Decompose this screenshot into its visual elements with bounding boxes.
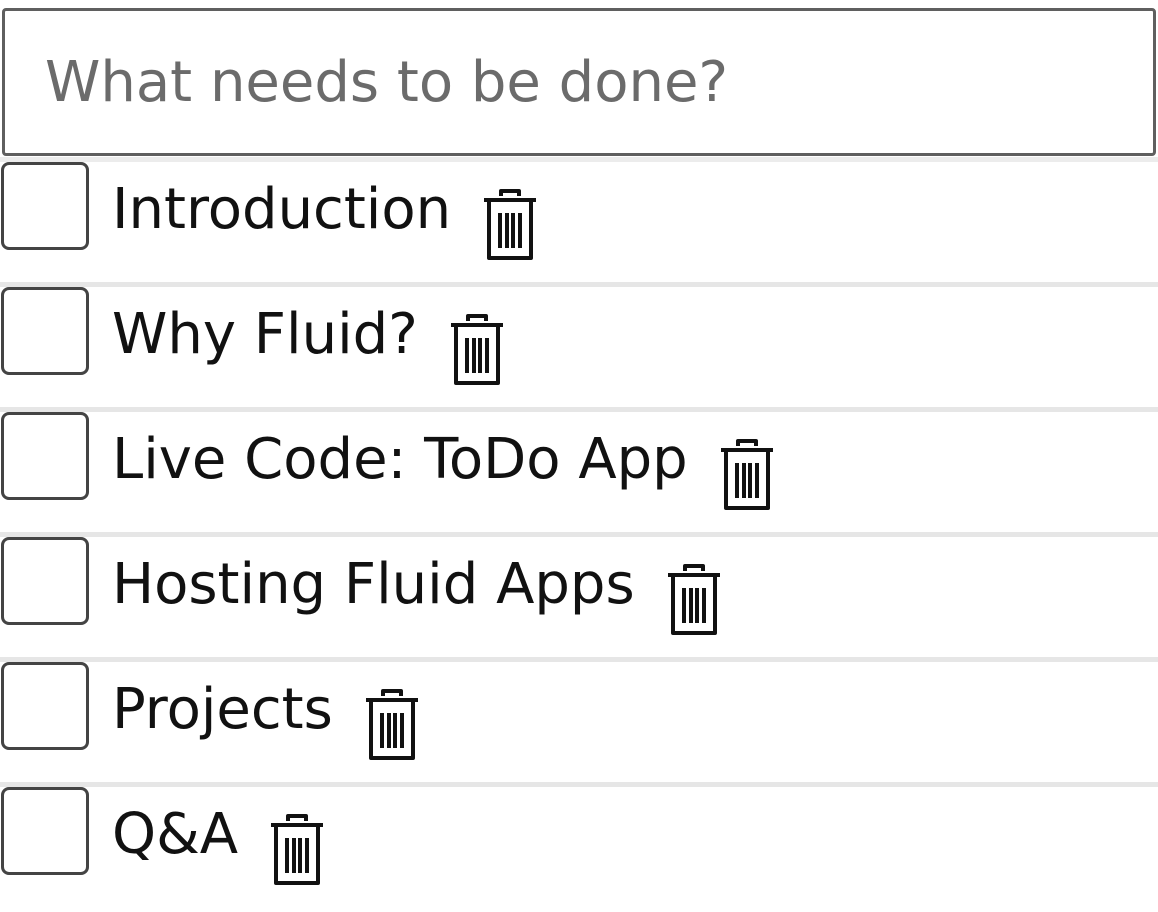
todo-label: Projects xyxy=(112,677,333,742)
todo-row: Q&A xyxy=(112,797,326,887)
todo-row: Why Fluid? xyxy=(112,297,506,387)
todo-item: Projects xyxy=(0,657,1158,782)
todo-row: Projects xyxy=(112,672,421,762)
todo-list: Introduction Why Fluid? Live Code: ToDo … xyxy=(0,157,1158,907)
todo-row: Live Code: ToDo App xyxy=(112,422,776,512)
todo-checkbox[interactable] xyxy=(1,662,89,750)
todo-item: Why Fluid? xyxy=(0,282,1158,407)
todo-row: Introduction xyxy=(112,172,539,262)
todo-checkbox[interactable] xyxy=(1,162,89,250)
todo-item: Live Code: ToDo App xyxy=(0,407,1158,532)
new-todo-input[interactable] xyxy=(2,8,1156,156)
todo-row: Hosting Fluid Apps xyxy=(112,547,723,637)
todo-label: Why Fluid? xyxy=(112,302,418,367)
trash-icon[interactable] xyxy=(718,438,776,514)
todo-app: Introduction Why Fluid? Live Code: ToDo … xyxy=(0,0,1158,912)
todo-item: Hosting Fluid Apps xyxy=(0,532,1158,657)
trash-icon[interactable] xyxy=(481,188,539,264)
todo-label: Live Code: ToDo App xyxy=(112,427,688,492)
trash-icon[interactable] xyxy=(268,813,326,889)
todo-checkbox[interactable] xyxy=(1,537,89,625)
trash-icon[interactable] xyxy=(665,563,723,639)
todo-checkbox[interactable] xyxy=(1,787,89,875)
todo-checkbox[interactable] xyxy=(1,287,89,375)
todo-label: Introduction xyxy=(112,177,452,242)
trash-icon[interactable] xyxy=(363,688,421,764)
todo-checkbox[interactable] xyxy=(1,412,89,500)
trash-icon[interactable] xyxy=(448,313,506,389)
todo-item: Introduction xyxy=(0,157,1158,282)
todo-label: Hosting Fluid Apps xyxy=(112,552,635,617)
todo-item: Q&A xyxy=(0,782,1158,907)
todo-label: Q&A xyxy=(112,802,239,867)
